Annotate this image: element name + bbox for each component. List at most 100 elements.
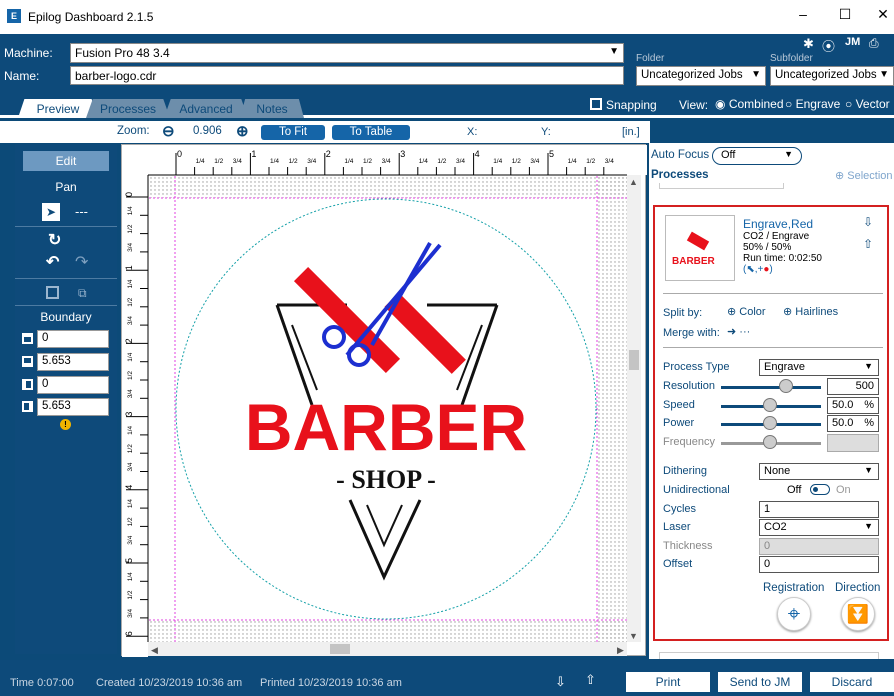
resolution-slider[interactable] [721, 386, 821, 389]
split-hairlines-button[interactable]: ⊕ Hairlines [783, 305, 838, 318]
pointer-icon[interactable]: ➤ [42, 203, 60, 221]
power-slider-knob[interactable] [763, 416, 777, 430]
vertical-scrollbar[interactable] [627, 175, 641, 642]
speed-slider-knob[interactable] [763, 398, 777, 412]
to-table-button[interactable]: To Table [332, 125, 410, 140]
ruler-label: 3/4 [456, 158, 465, 165]
split-color-button[interactable]: ⊕ Color [727, 305, 766, 318]
gear-icon[interactable]: ✱ [803, 36, 814, 52]
boundary-bottom-input[interactable]: 5.653 [37, 353, 109, 371]
resolution-label: Resolution [663, 380, 715, 392]
send-to-jm-button[interactable]: Send to JM [718, 672, 802, 692]
power-value: 50.0 [832, 417, 854, 429]
pan-value: --- [75, 204, 88, 219]
divider [15, 305, 117, 306]
process-card[interactable]: BARBER Engrave,Red CO2 / Engrave 50% / 5… [653, 205, 889, 641]
y-label: Y: [541, 126, 551, 138]
jm-button[interactable]: JM [845, 36, 860, 48]
zoom-in-icon[interactable]: ⊕ [236, 122, 249, 140]
group-icon[interactable] [46, 286, 59, 299]
frequency-input[interactable] [827, 434, 879, 452]
zoom-out-icon[interactable]: ⊖ [162, 122, 175, 140]
ruler-label: 1/2 [127, 297, 134, 306]
view-engrave-radio[interactable]: ○ Engrave [785, 97, 840, 111]
vertical-scroll-thumb[interactable] [629, 350, 639, 370]
view-combined-radio[interactable]: ◉ Combined [715, 97, 784, 111]
dithering-select[interactable]: None ▼ [759, 463, 879, 480]
process-type-select[interactable]: Engrave ▼ [759, 359, 879, 376]
tab-processes[interactable]: Processes [86, 99, 170, 118]
activity-icon[interactable]: ⦿ [822, 36, 835, 55]
print-button[interactable]: Print [626, 672, 710, 692]
direction-label: Direction [835, 582, 881, 594]
zoom-label: Zoom: [117, 125, 150, 137]
name-label: Name: [4, 69, 40, 83]
snapping-checkbox[interactable] [590, 98, 602, 110]
auto-focus-select[interactable]: Off ▼ [712, 147, 802, 165]
resolution-slider-knob[interactable] [779, 379, 793, 393]
thickness-label: Thickness [663, 540, 713, 552]
printer-icon[interactable]: ⎙ [869, 36, 879, 51]
tab-preview[interactable]: Preview [18, 99, 98, 118]
process-import-icon[interactable]: ⇩ [863, 215, 873, 229]
power-input[interactable]: 50.0% [827, 415, 879, 432]
export-icon[interactable]: ⇧ [585, 672, 596, 688]
zoom-bar: Zoom: ⊖ 0.906 ⊕ To Fit To Table X: Y: [i… [0, 121, 650, 143]
ungroup-icon[interactable]: ⧉ [78, 286, 87, 301]
process-export-icon[interactable]: ⇧ [863, 237, 873, 251]
registration-label: Registration [763, 582, 825, 594]
tab-advanced[interactable]: Advanced [164, 99, 248, 118]
scroll-up-icon[interactable]: ▲ [629, 177, 638, 187]
redo-icon[interactable]: ↷ [75, 252, 88, 272]
boundary-left-input[interactable]: 0 [37, 376, 109, 394]
machine-select[interactable]: Fusion Pro 48 3.4 ▼ [70, 43, 624, 63]
selection-label: Selection [847, 170, 893, 182]
unidirectional-on-label: On [836, 484, 851, 496]
registration-button[interactable]: ⌖ [777, 597, 811, 631]
import-icon[interactable]: ⇩ [555, 674, 566, 690]
cycles-input[interactable]: 1 [759, 501, 879, 518]
horizontal-scroll-thumb[interactable] [330, 644, 350, 654]
selection-button[interactable]: ⊕ Selection [835, 169, 893, 182]
undo-icon[interactable]: ↶ [46, 252, 59, 272]
folder-select[interactable]: Uncategorized Jobs ▼ [636, 66, 766, 86]
ruler-label: 1/2 [214, 158, 223, 165]
ruler-label: 6 [124, 631, 134, 636]
minimize-button[interactable]: – [788, 6, 818, 22]
to-fit-button[interactable]: To Fit [261, 125, 325, 140]
rotate-icon[interactable]: ↻ [48, 230, 61, 250]
ruler-label: 3/4 [127, 535, 134, 544]
preview-canvas[interactable]: 0 1/4 1/2 3/4 1 1/4 1/2 3/4 2 1/4 1/2 3/4 3 1/4 1/2 3/4… [121, 144, 647, 657]
divider [663, 293, 883, 294]
close-button[interactable]: ✕ [868, 6, 894, 23]
time-text: Time 0:07:00 [10, 677, 74, 689]
offset-input[interactable]: 0 [759, 556, 879, 573]
direction-button[interactable]: ⏬ [841, 597, 875, 631]
bed-margin-bottom [149, 620, 627, 642]
discard-button[interactable]: Discard [810, 672, 894, 692]
scroll-right-icon[interactable]: ▶ [617, 645, 624, 655]
boundary-right-input[interactable]: 5.653 [37, 398, 109, 416]
unidirectional-toggle[interactable] [810, 484, 830, 495]
laser-label: Laser [663, 521, 691, 533]
resolution-input[interactable]: 500 [827, 378, 879, 395]
scroll-left-icon[interactable]: ◀ [151, 645, 158, 655]
merge-button[interactable]: ➜ ··· [727, 325, 750, 338]
boundary-top-input[interactable]: 0 [37, 330, 109, 348]
ruler-label: 4 [124, 485, 134, 490]
speed-input[interactable]: 50.0% [827, 397, 879, 414]
edit-button[interactable]: Edit [23, 151, 109, 171]
maximize-button[interactable]: ☐ [830, 6, 860, 23]
laser-select[interactable]: CO2 ▼ [759, 519, 879, 536]
tools-panel: Edit Pan ➤ --- ↻ ↶ ↷ ⧉ Boundary 0 5.653 … [15, 144, 117, 654]
view-vector-radio[interactable]: ○ Vector [845, 97, 890, 111]
name-input[interactable]: barber-logo.cdr [70, 66, 624, 85]
scroll-down-icon[interactable]: ▼ [629, 631, 638, 641]
tab-notes[interactable]: Notes [240, 99, 304, 118]
folder-value: Uncategorized Jobs [641, 69, 743, 81]
thickness-input[interactable]: 0 [759, 538, 879, 555]
frequency-slider-knob[interactable] [763, 435, 777, 449]
horizontal-scrollbar[interactable] [148, 642, 627, 656]
subfolder-select[interactable]: Uncategorized Jobs ▼ [770, 66, 894, 86]
ruler-label: 1/2 [127, 590, 134, 599]
